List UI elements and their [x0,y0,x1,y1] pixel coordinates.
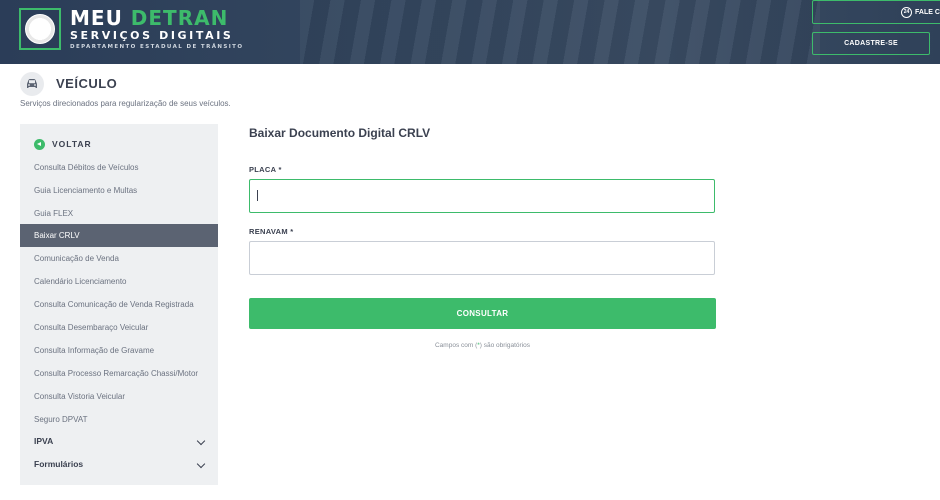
required-fields-note: Campos com (*) são obrigatórios [434,342,531,349]
cadastre-se-button[interactable]: CADASTRE-SE [812,32,930,55]
chevron-down-icon [196,459,206,469]
placa-input[interactable] [249,179,715,213]
sidebar-item-comunicacao-venda[interactable]: Comunicação de Venda [20,247,218,270]
logo-title[interactable]: MEU DETRAN [70,6,228,30]
globe-icon [25,14,55,44]
sidebar-item-gravame[interactable]: Consulta Informação de Gravame [20,339,218,362]
sidebar-group-formularios[interactable]: Formulários [20,453,218,476]
sidebar-item-comunicacao-venda-registrada[interactable]: Consulta Comunicação de Venda Registrada [20,293,218,316]
sidebar-item-vistoria-veicular[interactable]: Consulta Vistoria Veicular [20,385,218,408]
sidebar-group-label: IPVA [34,436,54,446]
logo-subtitle-department: DEPARTAMENTO ESTADUAL DE TRÂNSITO [70,44,244,50]
sidebar-item-guia-flex[interactable]: Guia FLEX [20,202,218,225]
sidebar-item-consulta-debitos[interactable]: Consulta Débitos de Veículos [20,156,218,179]
chevron-down-icon [196,436,206,446]
sidebar-item-calendario-licenciamento[interactable]: Calendário Licenciamento [20,270,218,293]
back-arrow-icon [34,138,45,150]
page-title: VEÍCULO [56,76,118,91]
car-icon [20,72,44,96]
text-cursor [257,190,258,201]
fale-conosco-label: FALE C [915,9,940,16]
sidebar-item-guia-licenciamento[interactable]: Guia Licenciamento e Multas [20,179,218,202]
support-24h-icon: 24 [901,7,912,18]
sidebar-item-remarcacao-chassi[interactable]: Consulta Processo Remarcação Chassi/Moto… [20,362,218,385]
voltar-button[interactable]: VOLTAR [34,137,92,151]
sidebar-item-desembaraco-veicular[interactable]: Consulta Desembaraço Veicular [20,316,218,339]
sidebar-item-seguro-dpvat[interactable]: Seguro DPVAT [20,408,218,431]
top-header: MEU DETRAN SERVIÇOS DIGITAIS DEPARTAMENT… [0,0,940,64]
page-description: Serviços direcionados para regularização… [20,99,231,108]
sidebar-group-label: Formulários [34,459,84,469]
placa-label: PLACA * [249,165,282,174]
renavam-label: RENAVAM * [249,227,294,236]
form-title: Baixar Documento Digital CRLV [249,126,431,140]
sidebar: VOLTAR Consulta Débitos de Veículos Guia… [20,124,218,485]
voltar-label: VOLTAR [52,139,92,149]
fale-conosco-button[interactable]: 24 FALE C [812,0,940,24]
renavam-input[interactable] [249,241,715,275]
detran-logo-icon[interactable] [19,8,61,50]
sidebar-item-baixar-crlv[interactable]: Baixar CRLV [20,224,218,247]
consultar-button[interactable]: CONSULTAR [249,298,716,329]
sidebar-group-ipva[interactable]: IPVA [20,430,218,453]
header-background-photo [300,0,820,64]
logo-subtitle: SERVIÇOS DIGITAIS [70,29,234,42]
